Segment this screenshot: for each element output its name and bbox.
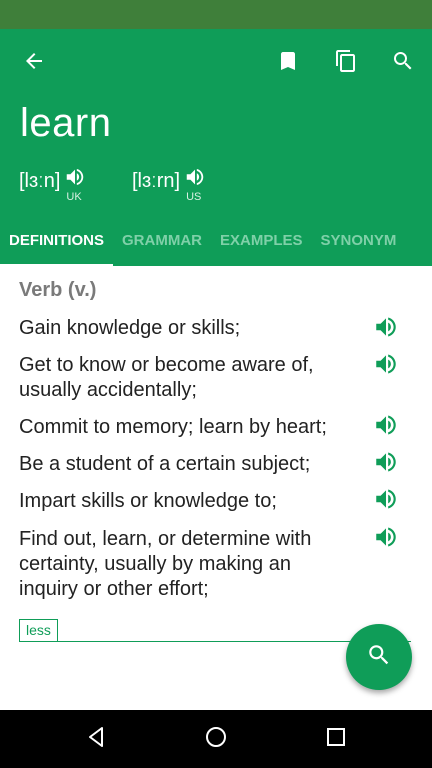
nav-home-button[interactable] (201, 724, 231, 754)
speak-definition-button[interactable] (372, 352, 400, 380)
app-header: learn [lɜːn] UK [lɜːrn] US DEFINITIONS G… (0, 29, 432, 266)
definition-item: Gain knowledge or skills; (19, 317, 241, 339)
system-nav-bar (0, 710, 432, 768)
volume-icon (373, 524, 399, 555)
tab-bar: DEFINITIONS GRAMMAR EXAMPLES SYNONYM (0, 226, 432, 266)
speak-definition-button[interactable] (372, 487, 400, 515)
nav-back-button[interactable] (81, 724, 111, 754)
less-button[interactable]: less (19, 619, 58, 642)
pronunciation-uk: [lɜːn] UK (19, 168, 86, 203)
speak-definition-button[interactable] (372, 450, 400, 478)
volume-icon[interactable] (184, 166, 206, 193)
bookmark-button[interactable] (268, 43, 308, 83)
volume-icon (373, 486, 399, 517)
search-button[interactable] (383, 43, 423, 83)
pronunciation-uk-region: UK (66, 191, 82, 203)
pronunciation-uk-text: [lɜːn] (19, 170, 61, 192)
status-bar (0, 0, 432, 29)
square-recents-icon (324, 725, 348, 754)
speak-definition-button[interactable] (372, 413, 400, 441)
arrow-back-icon (22, 49, 46, 78)
triangle-back-icon (84, 725, 108, 754)
definition-item: Find out, learn, or determine with certa… (19, 528, 312, 600)
tab-examples[interactable]: EXAMPLES (211, 226, 312, 266)
search-icon (366, 642, 392, 673)
search-fab[interactable] (346, 624, 412, 690)
back-button[interactable] (14, 43, 54, 83)
definition-item: Get to know or become aware of, usually … (19, 354, 314, 401)
pronunciation-us-region: US (186, 191, 202, 203)
bookmark-icon (276, 49, 300, 78)
circle-home-icon (204, 725, 228, 754)
tab-grammar[interactable]: GRAMMAR (113, 226, 211, 266)
volume-icon (373, 314, 399, 345)
volume-icon (373, 412, 399, 443)
volume-icon[interactable] (64, 166, 86, 193)
volume-icon (373, 351, 399, 382)
search-icon (391, 49, 415, 78)
tab-synonym[interactable]: SYNONYM (312, 226, 406, 266)
pronunciation-us-text: [lɜːrn] (132, 170, 181, 192)
copy-icon (334, 49, 358, 78)
definition-item: Impart skills or knowledge to; (19, 490, 277, 512)
nav-recents-button[interactable] (321, 724, 351, 754)
definition-item: Be a student of a certain subject; (19, 453, 311, 475)
volume-icon (373, 449, 399, 480)
definition-item: Commit to memory; learn by heart; (19, 416, 327, 438)
copy-button[interactable] (326, 43, 366, 83)
pronunciation-us: [lɜːrn] US (132, 168, 206, 203)
speak-definition-button[interactable] (372, 315, 400, 343)
part-of-speech: Verb (v.) (19, 279, 97, 301)
tab-definitions[interactable]: DEFINITIONS (0, 226, 114, 266)
speak-definition-button[interactable] (372, 525, 400, 553)
headword: learn (20, 101, 112, 145)
